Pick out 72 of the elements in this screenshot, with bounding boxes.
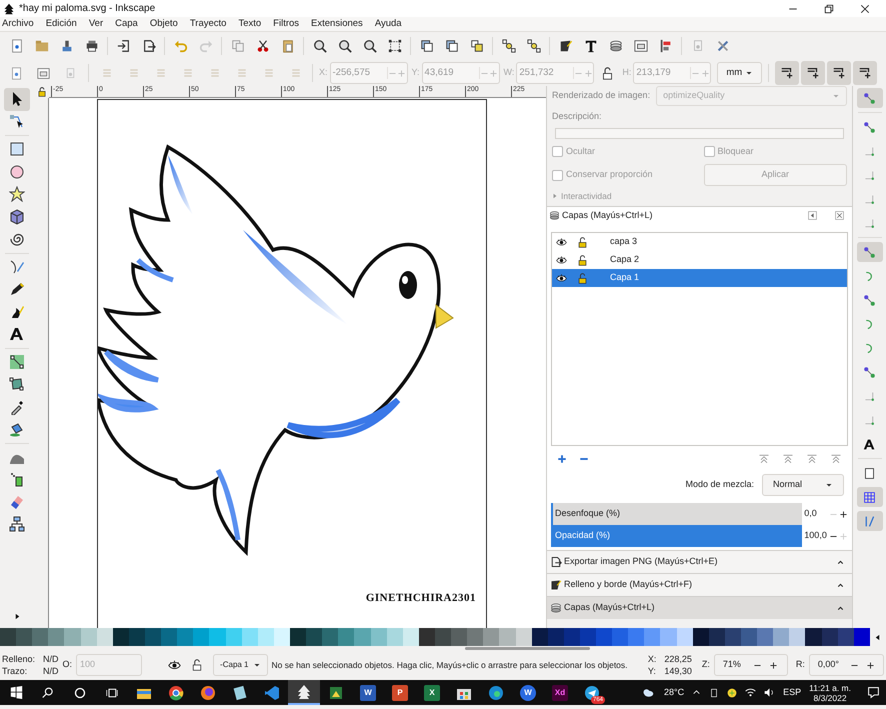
menu-item[interactable]: Capa (115, 16, 138, 32)
menu-item[interactable]: Edición (46, 16, 77, 32)
stroke-value: N/D (43, 665, 59, 677)
menu-item[interactable]: Filtros (273, 16, 300, 32)
temperature-text: 28°C (664, 686, 684, 699)
cursor-y-label: Y: (648, 665, 656, 677)
menu-item[interactable]: Ver (88, 16, 104, 32)
rotation-label: R: (796, 658, 805, 672)
menu-item[interactable]: Objeto (150, 16, 178, 32)
layer-name: capa 3 (610, 235, 638, 248)
menu-item[interactable]: Ayuda (374, 16, 402, 32)
taskbar-app-button[interactable]: P (384, 680, 416, 705)
field-label: W: (504, 66, 514, 80)
field-label: X: (319, 66, 328, 80)
fill-label: Relleno: (2, 653, 36, 665)
status-message: No se han seleccionado objetos. Haga clic, Mayús+clic o arrastre para seleccionar los objetos. (272, 658, 628, 672)
slider-value: 100,0 (803, 529, 828, 542)
xd-logo: Xd (552, 684, 568, 700)
checkbox-label: Conservar proporción (566, 168, 653, 182)
cursor-y-value: 149,30 (664, 665, 692, 677)
app-logo: W (520, 684, 536, 700)
powerpoint-logo: P (392, 684, 408, 700)
field-value: -256,575 (332, 66, 372, 80)
menu-item[interactable]: Extensiones (311, 16, 363, 32)
slider-label: Desenfoque (%) (554, 507, 620, 520)
field-value: 251,732 (518, 66, 555, 80)
slider-track[interactable]: Opacidad (%) (551, 525, 802, 547)
signature-text: GINETHCHIRA2301 (366, 590, 476, 606)
slider-label: Opacidad (%) (554, 529, 610, 542)
field-label: Y: (412, 66, 420, 80)
rotation-field[interactable]: 0,00° (808, 654, 884, 676)
field-label: H: (622, 66, 632, 80)
layer-name: Capa 2 (610, 253, 640, 266)
menu-item[interactable]: Archivo (2, 16, 34, 32)
dropdown-value: optimizeQuality (663, 89, 726, 102)
stroke-label: Trazo: (2, 665, 28, 677)
checkbox-label: Bloquear (718, 144, 754, 158)
cursor-x-value: 228,25 (664, 653, 692, 665)
layer-row[interactable]: Capa 2 (552, 251, 847, 269)
word-logo: W (360, 684, 376, 700)
layer-row[interactable]: capa 3 (552, 233, 847, 251)
taskbar-app-button[interactable]: W (352, 680, 384, 705)
excel-logo: X (424, 684, 440, 700)
field-label: Descripción: (552, 110, 603, 123)
language-indicator[interactable]: ESP (783, 686, 802, 700)
field-label: Renderizado de imagen: (552, 89, 650, 102)
unit-dropdown[interactable]: mm (717, 62, 762, 84)
layer-row[interactable]: Capa 1 (552, 269, 847, 287)
clock[interactable]: 11:21 a. m. 8/3/2022 (809, 682, 851, 702)
dock-section-tab[interactable]: Capas (Mayús+Ctrl+L) (547, 596, 852, 619)
zoom-field[interactable]: 71% (714, 654, 788, 676)
cursor-x-label: X: (648, 653, 656, 665)
checkbox-label: Ocultar (566, 144, 596, 158)
field-value: 213,179 (635, 66, 672, 80)
taskbar-app-button[interactable]: X (416, 680, 448, 705)
field-label: Modo de mezcla: (685, 478, 754, 492)
panel-title: Capas (Mayús+Ctrl+L) (562, 208, 654, 222)
taskbar-app-button[interactable]: Xd (544, 680, 576, 705)
taskbar-app-button[interactable]: W (512, 680, 544, 705)
blend-mode-dropdown[interactable]: Normal (762, 474, 844, 496)
zoom-label: Z: (702, 658, 710, 672)
menu-item[interactable]: Trayecto (190, 16, 226, 32)
field-value: 43,619 (424, 66, 455, 80)
slider-value: 0,0 (803, 507, 818, 520)
layer-dropdown[interactable]: -Capa 1 (213, 654, 268, 676)
fill-value: N/D (43, 653, 59, 665)
opacity-label: O: (62, 658, 72, 672)
layer-name: Capa 1 (610, 271, 640, 284)
unit-value: mm (726, 66, 742, 80)
menu-item[interactable]: Texto (238, 16, 262, 32)
slider-track[interactable]: Desenfoque (%) (551, 503, 802, 525)
window-title: *hay mi paloma.svg - Inkscape (19, 2, 156, 16)
